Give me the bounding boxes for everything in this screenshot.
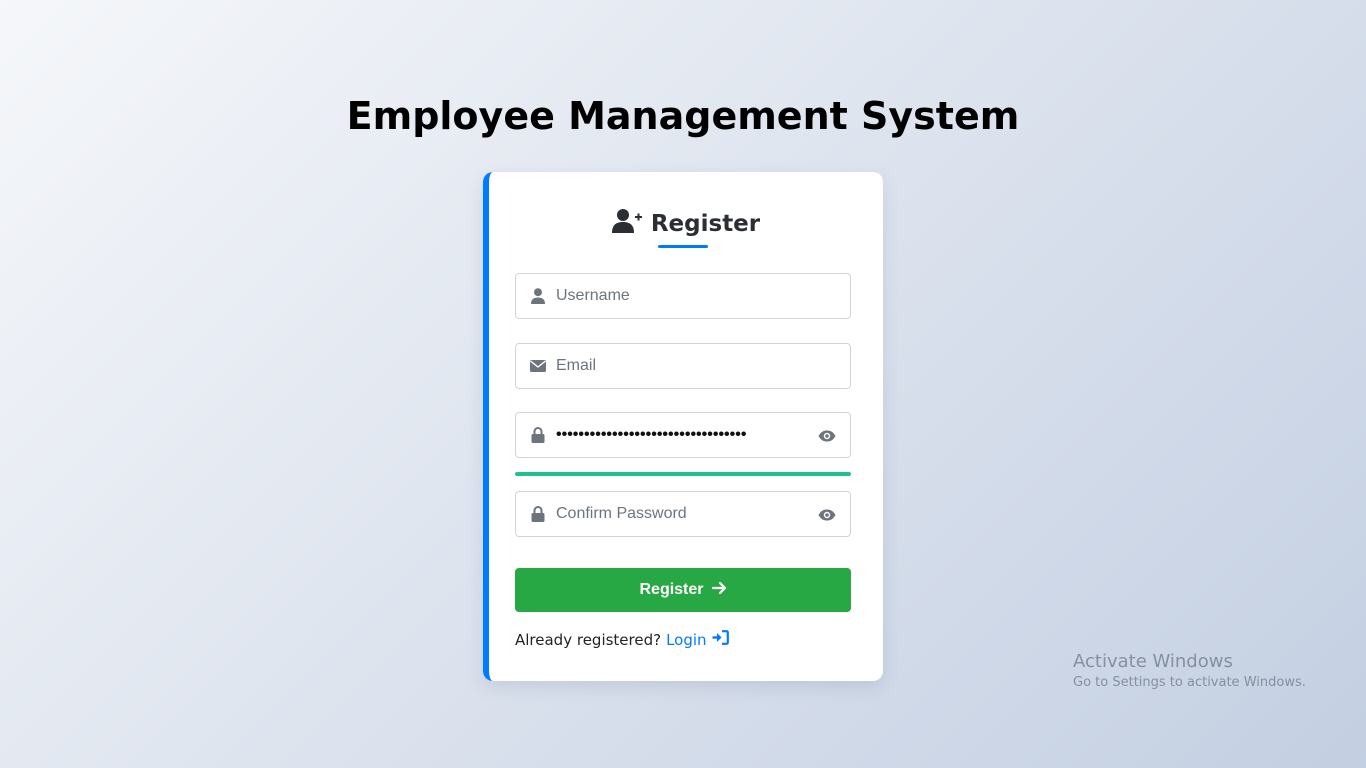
confirm-password-input[interactable]	[556, 505, 796, 523]
title-underline	[658, 245, 708, 248]
register-button[interactable]: Register	[515, 568, 851, 612]
register-button-label: Register	[639, 581, 704, 598]
page-title: Employee Management System	[346, 94, 1020, 138]
user-icon	[530, 288, 546, 304]
password-strength-fill	[515, 472, 851, 476]
login-link-label: Login	[666, 630, 707, 649]
watermark-subtitle: Go to Settings to activate Windows.	[1073, 675, 1306, 690]
envelope-icon	[530, 358, 546, 374]
eye-icon[interactable]	[817, 506, 837, 524]
sign-in-icon	[712, 630, 729, 649]
username-input[interactable]	[556, 287, 796, 305]
user-plus-icon	[611, 208, 643, 240]
password-input[interactable]	[556, 426, 796, 444]
password-strength-bar	[515, 472, 851, 476]
email-field[interactable]	[515, 343, 851, 389]
watermark-title: Activate Windows	[1073, 651, 1233, 672]
card-header: Register	[489, 208, 883, 240]
password-field[interactable]	[515, 412, 851, 458]
confirm-password-field[interactable]	[515, 491, 851, 537]
arrow-right-icon	[711, 581, 727, 600]
card-title: Register	[611, 208, 761, 240]
eye-icon[interactable]	[817, 427, 837, 445]
email-input[interactable]	[556, 357, 796, 375]
login-prompt: Already registered? Login	[515, 630, 729, 649]
lock-icon	[530, 506, 546, 522]
username-field[interactable]	[515, 273, 851, 319]
login-link[interactable]: Login	[666, 630, 729, 649]
lock-icon	[530, 427, 546, 443]
register-card: Register Username Email ••••••••••••••••…	[483, 172, 883, 681]
card-title-text: Register	[650, 211, 761, 237]
login-prompt-text: Already registered?	[515, 630, 662, 649]
activate-windows-watermark: Activate Windows Go to Settings to activ…	[1073, 651, 1306, 693]
